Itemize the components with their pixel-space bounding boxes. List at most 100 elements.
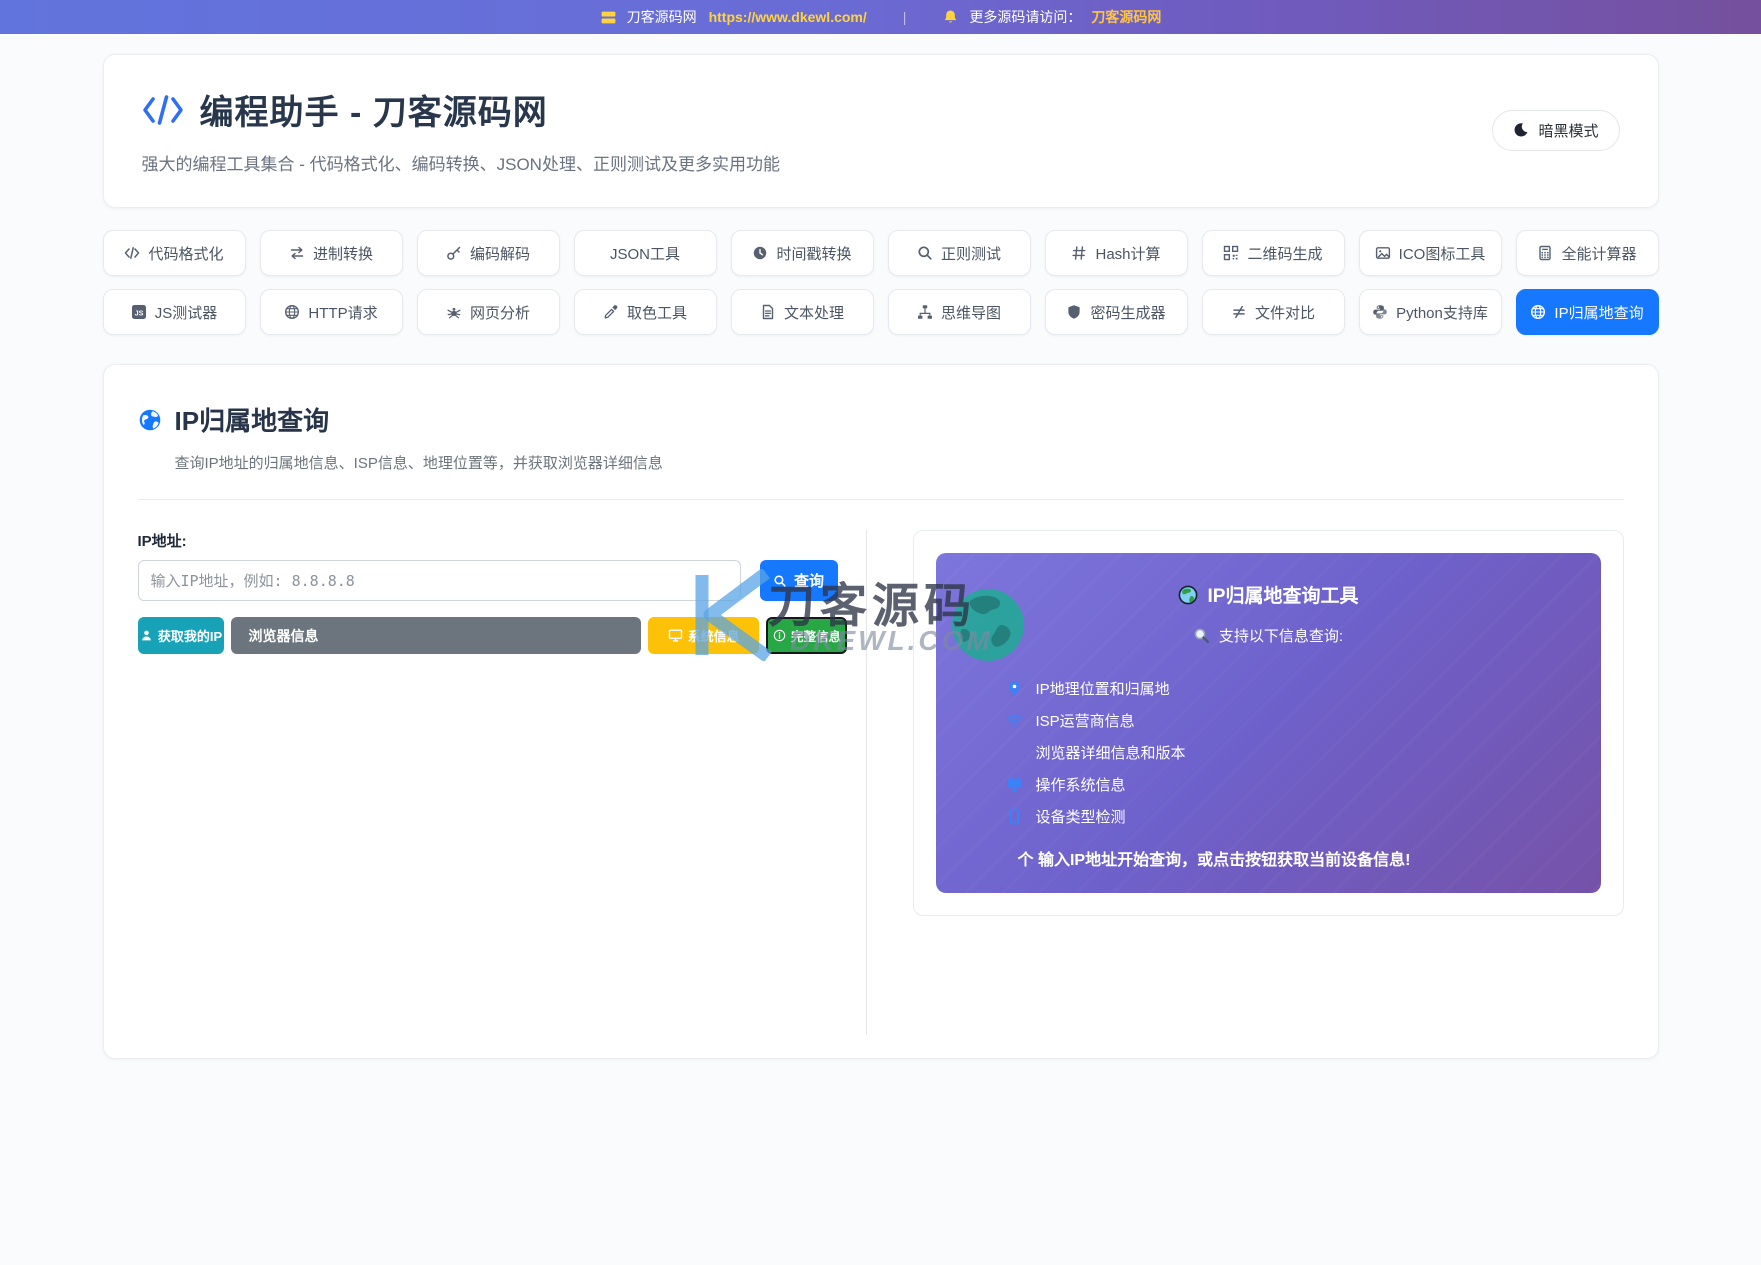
ip-lookup-panel: IP归属地查询 查询IP地址的归属地信息、ISP信息、地理位置等，并获取浏览器详… <box>102 364 1659 1059</box>
tool-tab-label: 文本处理 <box>783 304 844 322</box>
tool-tab-label: 编码解码 <box>469 245 530 263</box>
pin-icon <box>1008 680 1020 696</box>
search-icon <box>918 246 932 260</box>
ip-tool-info-card: IP归属地查询工具 支持以下信息查询: IP地理位置和归属地 ISP运营商信息 … <box>936 553 1601 893</box>
topbar-notice-link[interactable]: 刀客源码网 <box>1091 7 1161 27</box>
info-card-subtitle: 支持以下信息查询: <box>1218 628 1344 645</box>
tool-tab-label: 网页分析 <box>469 304 530 322</box>
ip-input[interactable] <box>137 560 741 601</box>
tool-tab-label: 文件对比 <box>1254 304 1315 322</box>
button-label: 系统信息 <box>687 629 740 644</box>
tool-tab-regex[interactable]: 正则测试 <box>887 230 1031 276</box>
not-equal-icon <box>1233 305 1245 319</box>
info-card-title: IP归属地查询工具 <box>1207 586 1359 607</box>
tool-tab-code-format[interactable]: 代码格式化 <box>102 230 246 276</box>
feature-item: 操作系统信息 <box>1006 768 1561 800</box>
tool-tab-file-diff[interactable]: 文件对比 <box>1201 289 1345 335</box>
tool-tab-json[interactable]: JSON工具 <box>573 230 717 276</box>
tool-tab-label: Python支持库 <box>1396 304 1488 322</box>
feature-text: 操作系统信息 <box>1035 776 1126 794</box>
tool-tab-label: 时间戳转换 <box>776 245 852 263</box>
tool-tab-label: 进制转换 <box>312 245 373 263</box>
globe-emoji-icon <box>1178 585 1197 604</box>
topbar-notice: 更多源码请访问： <box>969 9 1082 25</box>
monitor-icon <box>668 629 682 642</box>
tool-tab-mindmap[interactable]: 思维导图 <box>887 289 1031 335</box>
globe-icon <box>1531 304 1546 320</box>
topbar-site-url-link[interactable]: https://www.dkewl.com/ <box>709 9 867 25</box>
divider <box>137 499 1624 500</box>
tool-tab-web-analyze[interactable]: 网页分析 <box>416 289 560 335</box>
tool-subtitle: 查询IP地址的归属地信息、ISP信息、地理位置等，并获取浏览器详细信息 <box>174 455 663 472</box>
stack-icon <box>601 11 615 23</box>
hash-icon <box>1072 246 1086 260</box>
feature-text: 浏览器详细信息和版本 <box>1035 744 1186 762</box>
feature-item: 浏览器详细信息和版本 <box>1006 736 1561 768</box>
globe-icon <box>139 409 160 430</box>
code-icon <box>142 94 183 125</box>
tool-tab-ip-lookup[interactable]: IP归属地查询 <box>1515 289 1659 335</box>
info-card-frame: IP归属地查询工具 支持以下信息查询: IP地理位置和归属地 ISP运营商信息 … <box>912 530 1624 916</box>
swap-icon <box>290 246 304 260</box>
full-info-button[interactable]: 完整信息 <box>766 617 848 654</box>
header-text-block: 编程助手 - 刀客源码网 强大的编程工具集合 - 代码格式化、编码转换、JSON… <box>142 85 780 175</box>
monitor-icon <box>1007 778 1021 792</box>
tool-tab-timestamp[interactable]: 时间戳转换 <box>730 230 874 276</box>
system-info-button[interactable]: 系统信息 <box>647 617 760 654</box>
query-button[interactable]: 查询 <box>759 560 838 601</box>
button-label: 完整信息 <box>790 630 841 644</box>
tool-tab-label: IP归属地查询 <box>1554 304 1644 322</box>
feature-item: IP地理位置和归属地 <box>1006 672 1561 704</box>
spider-icon <box>447 307 461 319</box>
browser-info-button[interactable]: 浏览器信息 <box>231 617 641 654</box>
info-icon <box>773 629 786 642</box>
js-icon: JS <box>131 305 146 319</box>
query-button-label: 查询 <box>793 573 824 590</box>
feature-text: 设备类型检测 <box>1035 808 1126 826</box>
tool-tab-password-gen[interactable]: 密码生成器 <box>1044 289 1188 335</box>
tool-tab-hash[interactable]: Hash计算 <box>1044 230 1188 276</box>
tool-tab-js-tester[interactable]: JS JS测试器 <box>102 289 246 335</box>
tool-tab-label: 二维码生成 <box>1247 245 1323 263</box>
tool-tab-qrcode[interactable]: 二维码生成 <box>1201 230 1345 276</box>
feature-item: ISP运营商信息 <box>1006 704 1561 736</box>
dark-mode-label: 暗黑模式 <box>1538 122 1599 140</box>
get-my-ip-button[interactable]: 获取我的IP <box>137 617 225 654</box>
tool-tab-encode-decode[interactable]: 编码解码 <box>416 230 560 276</box>
feature-item: 设备类型检测 <box>1006 800 1561 832</box>
tool-tab-label: 取色工具 <box>626 304 687 322</box>
code-icon <box>125 247 140 259</box>
tool-tab-text-process[interactable]: 文本处理 <box>730 289 874 335</box>
tool-tab-ico[interactable]: ICO图标工具 <box>1358 230 1502 276</box>
magnifier-emoji-icon <box>1194 628 1209 643</box>
page-subtitle: 强大的编程工具集合 - 代码格式化、编码转换、JSON处理、正则测试及更多实用功… <box>141 155 780 174</box>
tool-tab-base-convert[interactable]: 进制转换 <box>259 230 403 276</box>
tool-tab-label: 代码格式化 <box>148 245 224 263</box>
vertical-divider <box>865 530 867 1035</box>
phone-icon <box>1009 808 1019 824</box>
sitemap-icon <box>917 305 932 319</box>
tool-title: IP归属地查询 <box>174 406 330 436</box>
topbar-separator: | <box>902 9 907 25</box>
tool-tab-label: 思维导图 <box>940 304 1001 322</box>
button-label: 浏览器信息 <box>248 627 319 644</box>
key-icon <box>447 246 461 260</box>
tool-tab-calculator[interactable]: 全能计算器 <box>1515 230 1659 276</box>
ip-field-label: IP地址: <box>137 533 187 550</box>
qrcode-icon <box>1224 245 1239 261</box>
header-card: 编程助手 - 刀客源码网 强大的编程工具集合 - 代码格式化、编码转换、JSON… <box>102 54 1659 208</box>
image-icon <box>1375 247 1390 259</box>
feature-text: IP地理位置和归属地 <box>1035 680 1170 698</box>
tool-tab-label: JSON工具 <box>609 245 680 263</box>
tool-tab-label: JS测试器 <box>154 304 218 322</box>
tool-tab-color-picker[interactable]: 取色工具 <box>573 289 717 335</box>
dark-mode-button[interactable]: 暗黑模式 <box>1492 109 1620 151</box>
tool-tab-http[interactable]: HTTP请求 <box>259 289 403 335</box>
calculator-icon <box>1539 245 1552 261</box>
page-title: 编程助手 - 刀客源码网 <box>199 94 548 132</box>
wifi-icon <box>1006 714 1022 727</box>
tool-tab-python-lib[interactable]: Python支持库 <box>1358 289 1502 335</box>
feature-list: IP地理位置和归属地 ISP运营商信息 浏览器详细信息和版本 操作系统信息 设备… <box>976 672 1561 832</box>
tool-tab-label: 正则测试 <box>940 245 1001 263</box>
tool-tab-label: Hash计算 <box>1095 245 1161 263</box>
